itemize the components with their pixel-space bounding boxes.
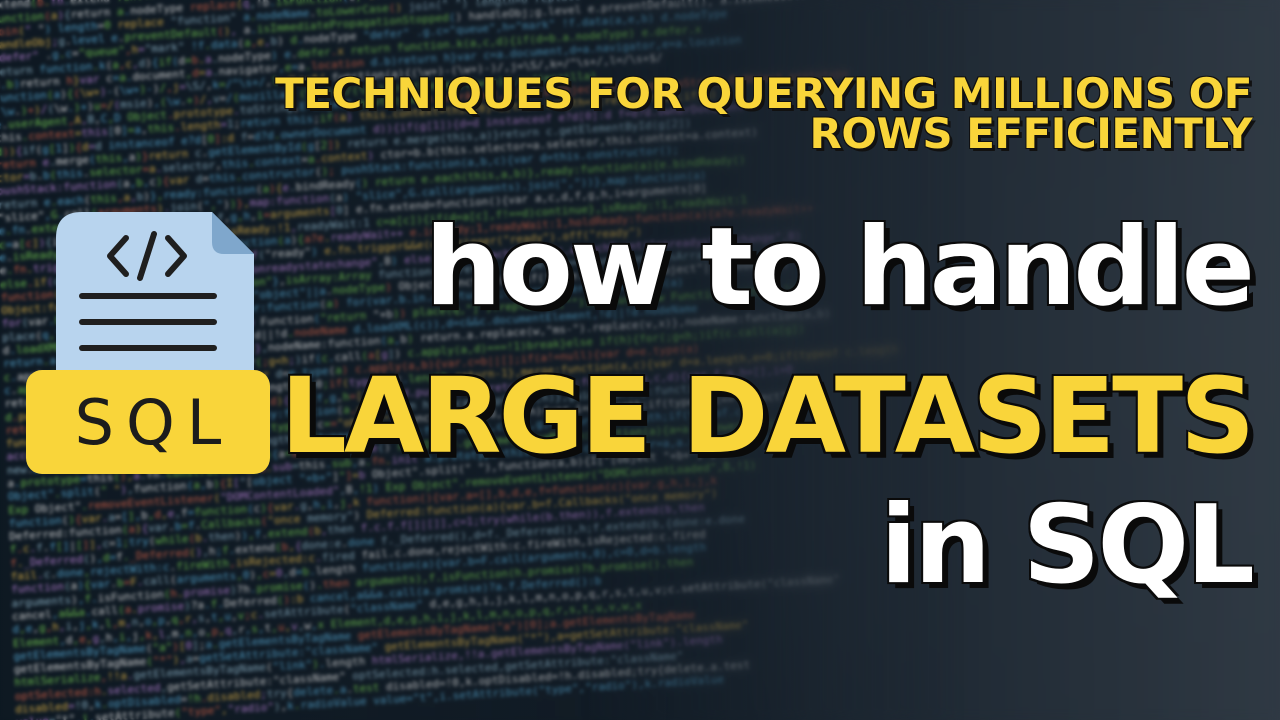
subtitle-line-1: TECHNIQUES FOR QUERYING MILLIONS OF bbox=[275, 69, 1252, 118]
subtitle-line-2: ROWS EFFICIENTLY bbox=[809, 109, 1252, 158]
title-line-1: how to handle bbox=[424, 205, 1255, 330]
subtitle: TECHNIQUES FOR QUERYING MILLIONS OF ROWS… bbox=[172, 69, 1252, 158]
title-line-2: LARGE DATASETS bbox=[280, 355, 1255, 477]
sql-icon-label: SQL bbox=[74, 385, 234, 459]
thumbnail-canvas: ributes(b.?b.mergeAttributes b.defaultVa… bbox=[0, 0, 1280, 720]
title-line-3: in SQL bbox=[880, 483, 1255, 608]
